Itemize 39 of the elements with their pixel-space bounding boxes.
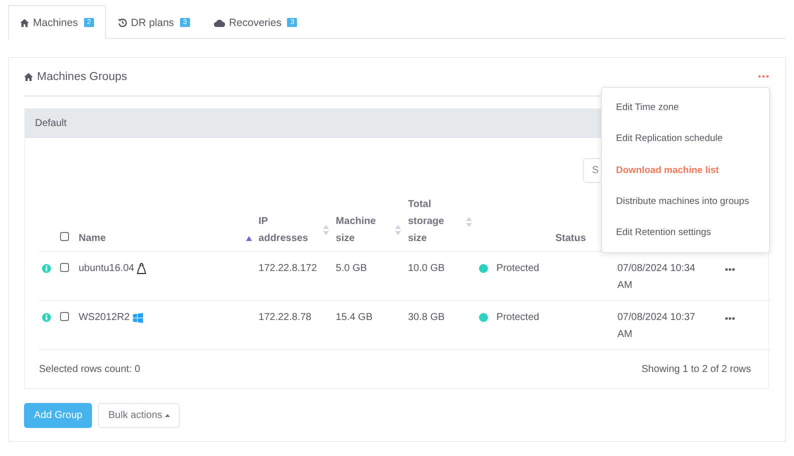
menu-item[interactable]: Download machine list	[602, 154, 769, 186]
table-cell: Protected	[496, 312, 540, 323]
panel-title: Machines Groups	[37, 70, 128, 82]
table-cell: 30.8 GB	[408, 312, 445, 323]
table-cell: 5.0 GB	[336, 263, 367, 274]
table-cell: 07/08/2024 10:37 AM	[617, 312, 696, 340]
pagination-info: Showing 1 to 2 of 2 rows	[641, 364, 751, 375]
tab-label: DR plans	[130, 16, 174, 28]
menu-item[interactable]: Distribute machines into groups	[602, 186, 769, 218]
home-icon	[20, 18, 29, 26]
caret-icon	[165, 414, 170, 417]
selected-count: Selected rows count: 0	[39, 364, 140, 375]
column-header[interactable]: Total storage size	[408, 196, 463, 247]
sort-ascending-icon[interactable]	[246, 236, 252, 241]
column-header[interactable]: Name	[78, 230, 106, 247]
column-header[interactable]: IP addresses	[258, 213, 314, 247]
checkbox[interactable]	[60, 312, 70, 321]
column-header[interactable]: Machine size	[336, 213, 391, 247]
table-cell-text: ubuntu16.04	[78, 262, 134, 276]
more-options-icon[interactable]	[725, 317, 736, 320]
table-cell: 10.0 GB	[408, 263, 445, 274]
home-icon	[24, 72, 33, 80]
table-cell-text: WS2012R2	[78, 311, 130, 325]
menu-item[interactable]: Edit Retention settings	[602, 217, 769, 248]
checkbox[interactable]	[60, 232, 70, 241]
cloud-icon	[214, 18, 225, 26]
penguin-icon	[137, 263, 146, 274]
history-icon	[118, 18, 127, 27]
windows-icon	[132, 312, 143, 322]
table-cell: 07/08/2024 10:34 AM	[617, 263, 696, 291]
checkbox[interactable]	[60, 263, 70, 272]
bulk-actions-button[interactable]: Bulk actions	[98, 403, 180, 428]
tab-label: Machines	[33, 16, 78, 28]
table-cell: 15.4 GB	[336, 312, 372, 323]
table-cell: 172.22.8.172	[258, 263, 317, 274]
tab-label: Recoveries	[228, 16, 282, 28]
more-options-icon[interactable]	[725, 268, 736, 271]
table-cell: 172.22.8.78	[258, 312, 312, 323]
table-cell: Protected	[496, 263, 540, 274]
